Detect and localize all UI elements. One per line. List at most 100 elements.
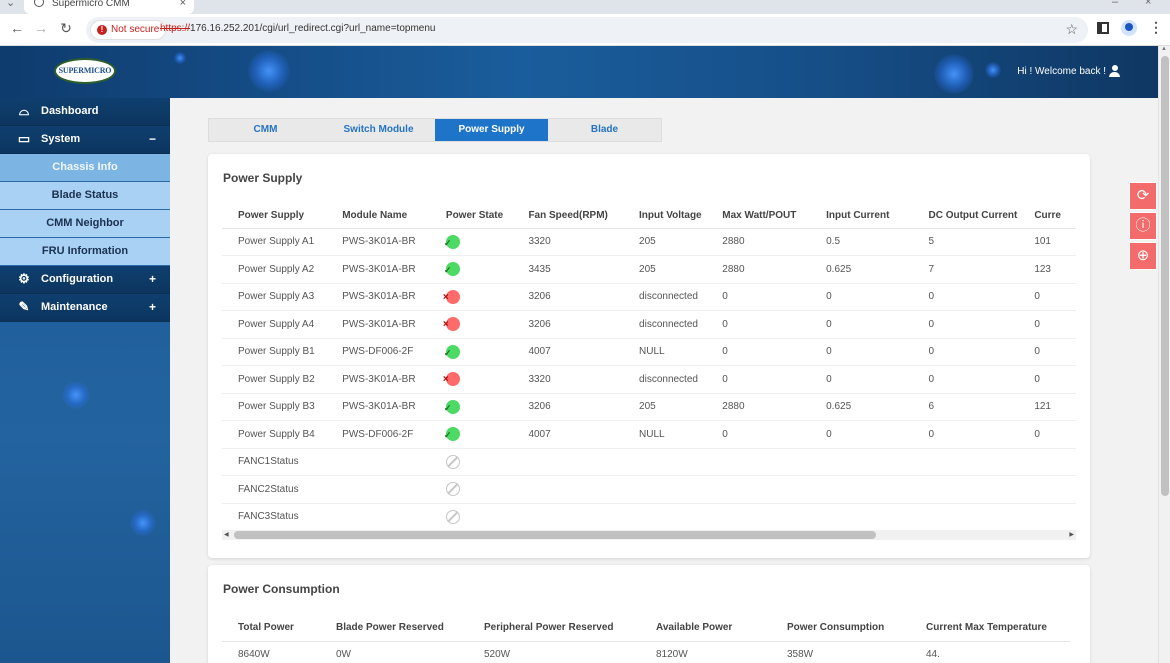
status-ok-icon — [444, 234, 460, 249]
table-cell: 0 — [810, 283, 913, 311]
profile-icon[interactable] — [1121, 20, 1137, 36]
table-cell: 6 — [912, 393, 1019, 421]
table-cell — [706, 503, 811, 531]
browser-menu-icon[interactable]: ⋮ — [1149, 19, 1163, 36]
url-protocol: https:// — [160, 23, 191, 34]
sidebar-item-maintenance[interactable]: ✎ Maintenance + — [0, 294, 170, 322]
table-cell: 520W — [468, 641, 640, 663]
table-row: FANC2Status — [222, 475, 1076, 504]
table-cell: 0 — [1018, 338, 1076, 366]
power-supply-table-wrap: Power Supply Module Name Power State Fan… — [222, 204, 1076, 531]
table-cell — [512, 503, 624, 531]
info-button[interactable]: ⓘ — [1129, 212, 1157, 240]
table-cell: Power Supply B3 — [222, 393, 327, 421]
forward-icon[interactable]: → — [32, 20, 50, 36]
page-scrollbar[interactable]: ▲ — [1158, 46, 1170, 663]
column-header: Input Voltage — [623, 204, 707, 229]
column-header: Blade Power Reserved — [320, 615, 468, 642]
side-panel-icon[interactable] — [1097, 22, 1109, 34]
tab-power-supply[interactable]: Power Supply — [435, 119, 548, 141]
column-header: Total Power — [222, 615, 320, 642]
refresh-button[interactable]: ⟳ — [1129, 182, 1157, 210]
table-scrollbar-thumb[interactable] — [234, 531, 876, 539]
minimize-icon[interactable]: – — [1112, 0, 1118, 8]
power-supply-table-body: Power Supply A1PWS-3K01A-BR332020528800.… — [222, 228, 1076, 531]
laptop-icon: ▭ — [17, 131, 31, 146]
column-header: Available Power — [640, 615, 771, 642]
table-cell: NULL — [623, 420, 707, 449]
collapse-icon[interactable]: − — [149, 126, 156, 152]
table-cell: disconnected — [623, 365, 707, 394]
table-cell: 0 — [810, 310, 913, 339]
column-header: Curre — [1018, 204, 1076, 229]
user-icon[interactable] — [1109, 65, 1120, 78]
expand-icon[interactable]: + — [149, 294, 156, 320]
table-horizontal-scrollbar[interactable]: ◀ ▶ — [222, 530, 1076, 540]
sidebar-item-configuration[interactable]: ⚙ Configuration + — [0, 266, 170, 294]
close-tab-icon[interactable]: × — [180, 0, 186, 9]
table-cell: 4007 — [512, 420, 624, 449]
reload-icon[interactable]: ↻ — [57, 20, 75, 37]
table-cell: 3320 — [512, 228, 624, 256]
sidebar-subitem-blade-status[interactable]: Blade Status — [0, 182, 170, 210]
browser-tab[interactable]: Supermicro CMM × — [24, 0, 194, 14]
table-cell — [623, 503, 707, 531]
table-cell: 0 — [810, 365, 913, 394]
table-header-row: Total Power Blade Power Reserved Periphe… — [222, 615, 1070, 642]
status-ok-icon — [444, 344, 460, 359]
bookmark-star-icon[interactable]: ☆ — [1065, 21, 1078, 38]
table-cell — [512, 475, 624, 504]
scroll-left-icon[interactable]: ◀ — [224, 531, 229, 538]
column-header: DC Output Current — [912, 204, 1019, 229]
sidebar-item-system[interactable]: ▭ System − — [0, 126, 170, 154]
sidebar: ⌓ Dashboard ▭ System − Chassis Info Blad… — [0, 98, 170, 663]
table-cell: 0 — [706, 310, 811, 339]
table-cell: 0 — [1018, 420, 1076, 449]
close-window-icon[interactable]: × — [1145, 0, 1151, 8]
tab-search-icon[interactable]: ⌄ — [6, 0, 15, 9]
tab-blade[interactable]: Blade — [548, 119, 661, 141]
sidebar-subitem-chassis-info[interactable]: Chassis Info — [0, 154, 170, 182]
table-cell: 0 — [706, 338, 811, 366]
supermicro-logo[interactable]: SUPERMICRO — [54, 58, 116, 84]
table-cell: disconnected — [623, 310, 707, 339]
app-header: SUPERMICRO Hi ! Welcome back ! — [0, 46, 1158, 98]
security-chip[interactable]: ! Not secure — [90, 20, 167, 40]
language-button[interactable]: ⊕ — [1129, 242, 1157, 270]
scroll-right-icon[interactable]: ▶ — [1069, 531, 1074, 538]
table-cell: 2880 — [706, 255, 811, 284]
sidebar-item-dashboard[interactable]: ⌓ Dashboard — [0, 98, 170, 126]
power-supply-card: Power Supply Power Supply Module Name Po… — [208, 154, 1090, 558]
power-state-cell — [429, 420, 513, 449]
table-cell: Power Supply B2 — [222, 365, 327, 394]
power-consumption-card: Power Consumption Total Power Blade Powe… — [208, 565, 1090, 663]
table-row: FANC1Status — [222, 448, 1076, 476]
url-text[interactable]: https://176.16.252.201/cgi/url_redirect.… — [160, 23, 435, 34]
table-cell — [912, 503, 1019, 531]
info-icon: ⓘ — [1135, 217, 1151, 234]
table-cell: PWS-3K01A-BR — [326, 228, 430, 256]
expand-icon[interactable]: + — [149, 266, 156, 292]
refresh-icon: ⟳ — [1136, 187, 1150, 204]
scroll-up-icon[interactable]: ▲ — [1161, 46, 1167, 52]
column-header: Power State — [429, 204, 513, 229]
tab-switch-module[interactable]: Switch Module — [322, 119, 435, 141]
status-ok-icon — [444, 399, 460, 414]
page-scrollbar-thumb[interactable] — [1161, 56, 1169, 496]
favicon-icon — [34, 0, 44, 7]
tab-cmm[interactable]: CMM — [209, 119, 322, 141]
table-cell: 3206 — [512, 393, 624, 421]
sidebar-subitem-fru-information[interactable]: FRU Information — [0, 238, 170, 266]
back-icon[interactable]: ← — [8, 20, 26, 36]
table-cell — [810, 503, 913, 531]
table-cell: 123 — [1018, 255, 1076, 284]
table-cell: Power Supply A2 — [222, 255, 327, 284]
status-error-icon — [443, 372, 460, 387]
power-state-cell — [429, 228, 513, 256]
table-cell: 3320 — [512, 365, 624, 394]
table-cell — [912, 475, 1019, 504]
table-cell: 5 — [912, 228, 1019, 256]
table-cell — [810, 475, 913, 504]
sidebar-subitem-cmm-neighbor[interactable]: CMM Neighbor — [0, 210, 170, 238]
address-bar[interactable]: ! Not secure https://176.16.252.201/cgi/… — [86, 17, 1088, 43]
